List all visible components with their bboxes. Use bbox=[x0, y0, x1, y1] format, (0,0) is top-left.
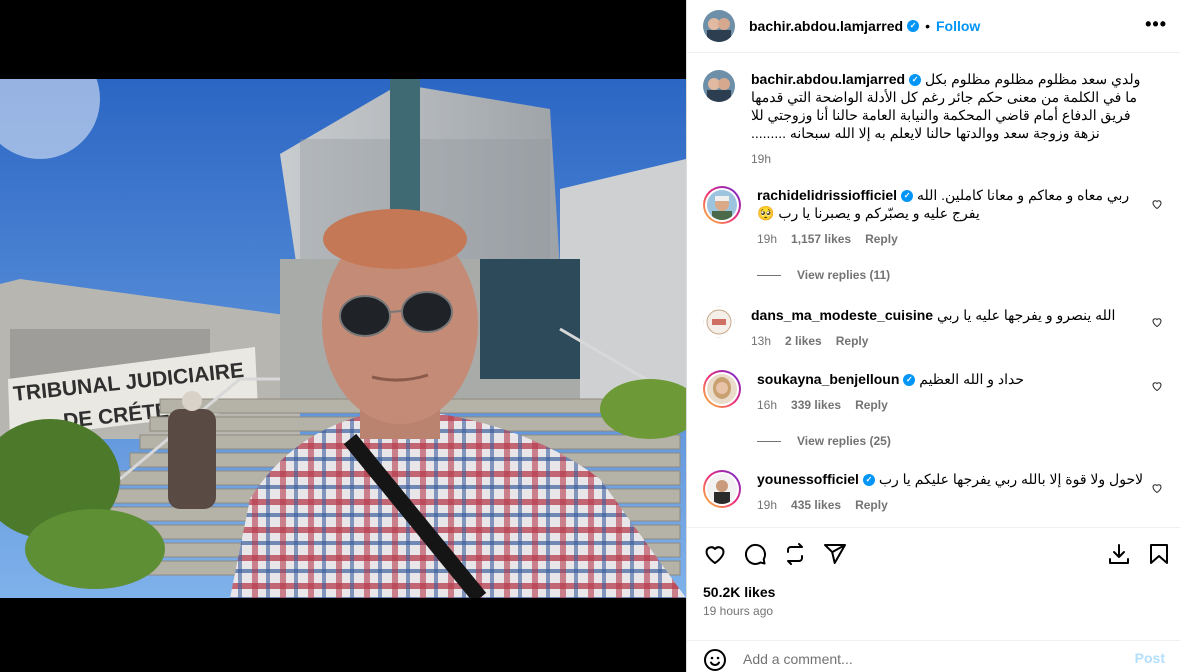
verified-badge-icon: ✓ bbox=[862, 474, 875, 487]
like-comment-heart-icon[interactable] bbox=[1151, 316, 1163, 328]
comment-time[interactable]: 16h bbox=[757, 396, 777, 414]
author-avatar[interactable] bbox=[703, 10, 735, 42]
bookmark-icon[interactable] bbox=[1147, 542, 1171, 566]
post-panel: bachir.abdou.lamjarred ✓ • Follow ••• ba… bbox=[686, 0, 1180, 672]
commenter-avatar bbox=[707, 190, 737, 220]
comment-time[interactable]: 19h bbox=[757, 230, 777, 248]
commenter-username[interactable]: dans_ma_modeste_cuisine bbox=[751, 307, 933, 323]
comment-input[interactable] bbox=[743, 650, 1123, 668]
post-media-area: TRIBUNAL JUDICIAIRE DE CRÉTEIL bbox=[0, 0, 686, 672]
reply-button[interactable]: Reply bbox=[855, 396, 888, 414]
like-comment-heart-icon[interactable] bbox=[1151, 482, 1163, 494]
comment-icon[interactable] bbox=[743, 542, 767, 566]
caption-username[interactable]: bachir.abdou.lamjarred bbox=[751, 71, 905, 87]
view-replies-button[interactable]: View replies (25) bbox=[757, 434, 891, 448]
emoji-icon[interactable] bbox=[703, 648, 727, 672]
comment-text: لاحول ولا قوة إلا بالله ربي يفرجها عليكم… bbox=[878, 471, 1144, 487]
comments-list[interactable]: bachir.abdou.lamjarred ✓ ولدي سعد مظلوم م… bbox=[687, 54, 1180, 527]
comment-likes[interactable]: 339 likes bbox=[791, 396, 841, 414]
post-timestamp[interactable]: 19 hours ago bbox=[703, 604, 773, 618]
follow-button[interactable]: Follow bbox=[936, 18, 980, 34]
caption-row: bachir.abdou.lamjarred ✓ ولدي سعد مظلوم م… bbox=[703, 70, 1173, 168]
verified-badge-icon: ✓ bbox=[909, 74, 922, 87]
comment-time[interactable]: 13h bbox=[751, 332, 771, 350]
comment-body: dans_ma_modeste_cuisine الله ينصرو و يفر… bbox=[751, 306, 1141, 350]
reply-button[interactable]: Reply bbox=[855, 496, 888, 514]
story-ring[interactable] bbox=[703, 470, 741, 508]
comment-body: younessofficiel ✓ لاحول ولا قوة إلا بالله… bbox=[757, 470, 1147, 514]
comment-body: soukayna_benjelloun ✓ حداد و الله العظيم … bbox=[757, 370, 1147, 414]
caption-time[interactable]: 19h bbox=[751, 150, 771, 168]
courthouse-selfie-image: TRIBUNAL JUDICIAIRE DE CRÉTEIL bbox=[0, 79, 686, 598]
commenter-avatar bbox=[707, 374, 737, 404]
author-username[interactable]: bachir.abdou.lamjarred bbox=[749, 18, 903, 34]
download-icon[interactable] bbox=[1107, 542, 1131, 566]
action-bar bbox=[687, 527, 1180, 577]
commenter-avatar[interactable] bbox=[703, 306, 735, 338]
view-replies-label: View replies (25) bbox=[797, 434, 891, 448]
share-icon[interactable] bbox=[823, 542, 847, 566]
comment-likes[interactable]: 2 likes bbox=[785, 332, 822, 350]
comment-row: dans_ma_modeste_cuisine الله ينصرو و يفر… bbox=[703, 306, 1173, 350]
more-options-icon[interactable]: ••• bbox=[1145, 14, 1167, 35]
story-ring[interactable] bbox=[703, 370, 741, 408]
reply-button[interactable]: Reply bbox=[836, 332, 869, 350]
commenter-username[interactable]: soukayna_benjelloun bbox=[757, 371, 899, 387]
view-replies-button[interactable]: View replies (11) bbox=[757, 268, 890, 282]
comment-likes[interactable]: 435 likes bbox=[791, 496, 841, 514]
commenter-username[interactable]: rachidelidrissiofficiel bbox=[757, 187, 897, 203]
add-comment-bar: Post bbox=[687, 640, 1180, 672]
post-comment-button[interactable]: Post bbox=[1135, 650, 1165, 666]
comment-time[interactable]: 19h bbox=[757, 496, 777, 514]
comment-text: حداد و الله العظيم bbox=[919, 371, 1025, 387]
like-comment-heart-icon[interactable] bbox=[1151, 380, 1163, 392]
comment-likes[interactable]: 1,157 likes bbox=[791, 230, 851, 248]
view-replies-label: View replies (11) bbox=[797, 268, 891, 282]
heart-icon[interactable] bbox=[703, 542, 727, 566]
verified-badge-icon: ✓ bbox=[903, 374, 916, 387]
replies-line bbox=[757, 440, 781, 442]
comment-text: الله ينصرو و يفرجها عليه يا ربي bbox=[936, 307, 1116, 323]
commenter-avatar bbox=[707, 474, 737, 504]
replies-line bbox=[757, 274, 781, 276]
comment-row: rachidelidrissiofficiel ✓ ربي معاه و معاك… bbox=[703, 186, 1173, 248]
comment-body: rachidelidrissiofficiel ✓ ربي معاه و معاك… bbox=[757, 186, 1147, 248]
like-comment-heart-icon[interactable] bbox=[1151, 198, 1163, 210]
verified-badge-icon: ✓ bbox=[901, 190, 914, 203]
comment-row: soukayna_benjelloun ✓ حداد و الله العظيم … bbox=[703, 370, 1173, 414]
repost-icon[interactable] bbox=[783, 542, 807, 566]
author-avatar[interactable] bbox=[703, 70, 735, 102]
separator-dot: • bbox=[925, 18, 930, 34]
reply-button[interactable]: Reply bbox=[865, 230, 898, 248]
post-header: bachir.abdou.lamjarred ✓ • Follow ••• bbox=[687, 0, 1180, 53]
commenter-username[interactable]: younessofficiel bbox=[757, 471, 859, 487]
verified-badge-icon: ✓ bbox=[907, 20, 920, 32]
comment-row: younessofficiel ✓ لاحول ولا قوة إلا بالله… bbox=[703, 470, 1173, 514]
post-photo[interactable]: TRIBUNAL JUDICIAIRE DE CRÉTEIL bbox=[0, 79, 686, 598]
story-ring[interactable] bbox=[703, 186, 741, 224]
caption-body: bachir.abdou.lamjarred ✓ ولدي سعد مظلوم م… bbox=[751, 70, 1141, 168]
likes-count[interactable]: 50.2K likes bbox=[703, 584, 775, 600]
